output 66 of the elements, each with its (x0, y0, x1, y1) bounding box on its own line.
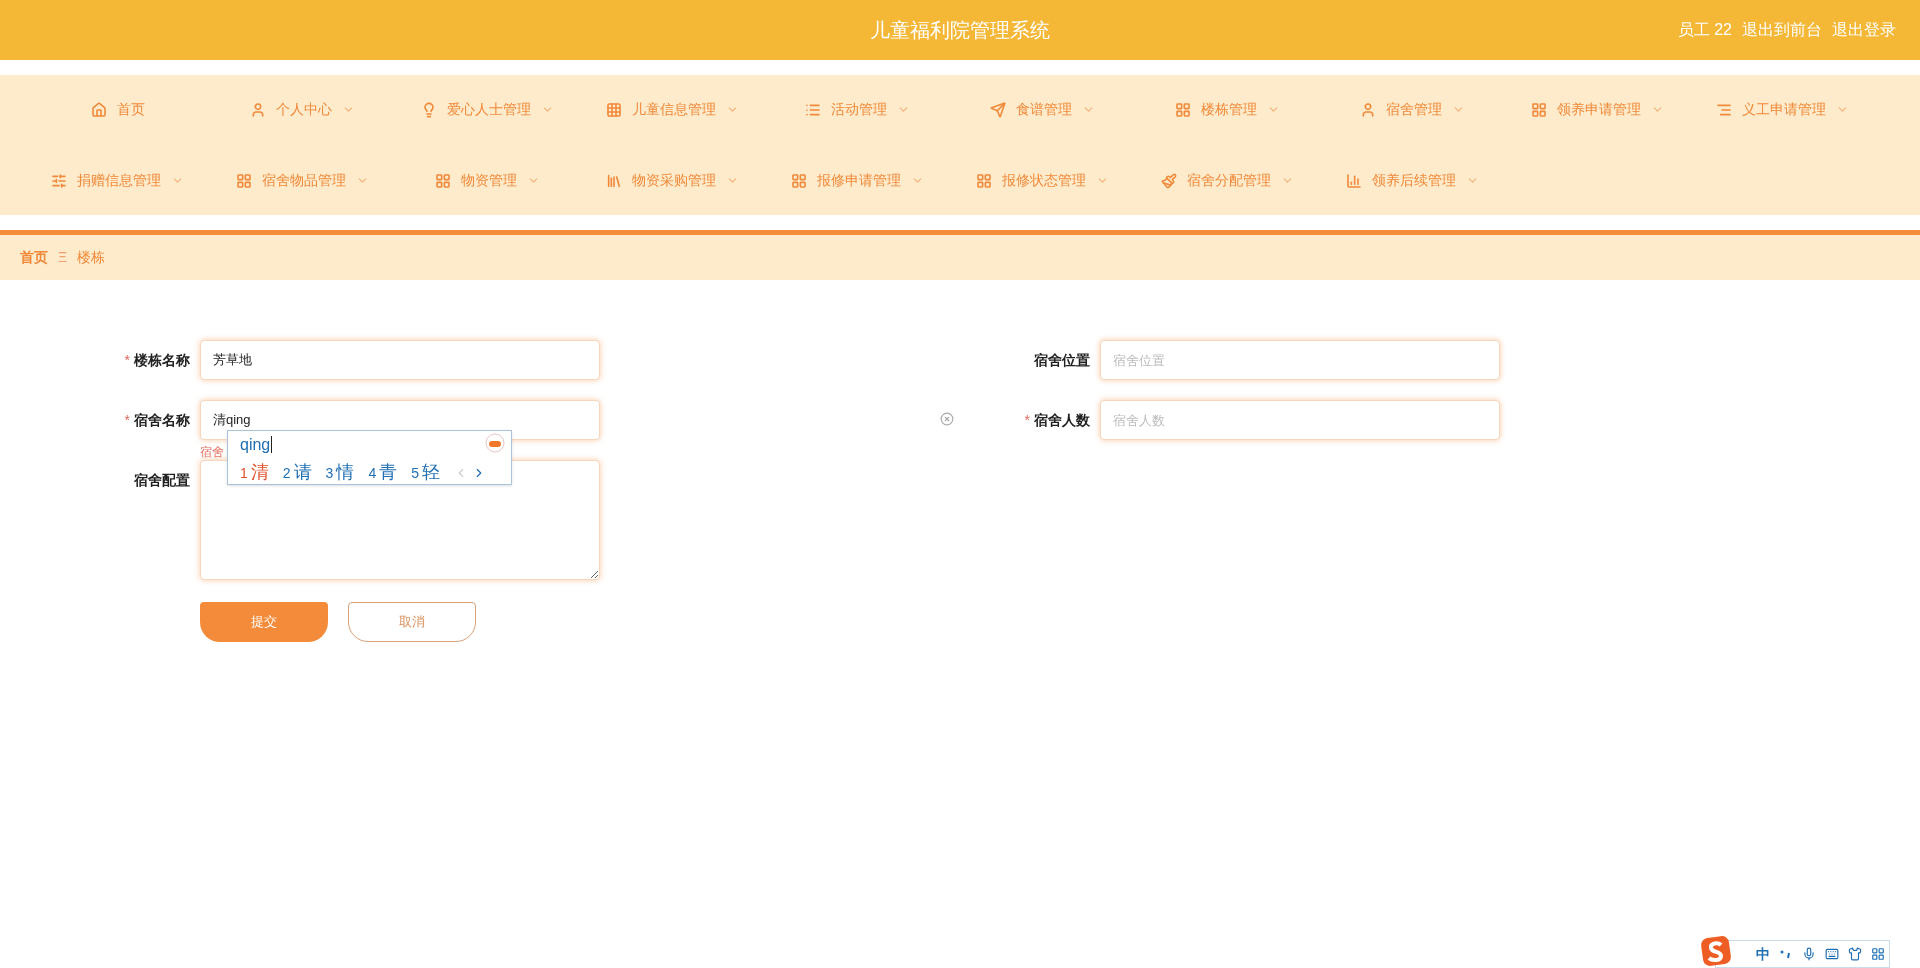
field-label: 宿舍位置 (1034, 350, 1090, 370)
microphone-icon[interactable] (1802, 947, 1816, 961)
breadcrumb-link[interactable]: 楼栋 (77, 247, 106, 268)
breadcrumb-separator: Ξ (58, 248, 68, 267)
nav-item[interactable]: 领养后续管理 (1346, 170, 1479, 191)
input-field[interactable]: 宿舍人数 (1100, 400, 1500, 440)
nav-item[interactable]: 捐赠信息管理 (51, 170, 184, 191)
required-mark: * (124, 410, 130, 430)
nav-item[interactable]: 宿舍物品管理 (236, 170, 369, 191)
app-title: 儿童福利院管理系统 (870, 18, 1050, 43)
grid-icon (435, 172, 451, 189)
grid-icon (1175, 101, 1191, 118)
field-label: 宿舍配置 (134, 470, 190, 490)
input-field[interactable]: 宿舍位置 (1100, 340, 1500, 380)
ime-candidate[interactable]: 3 情 (325, 459, 355, 486)
grid-icon (791, 172, 807, 189)
keyboard-icon[interactable] (1825, 947, 1839, 961)
ime-candidate[interactable]: 5 轻 (411, 459, 440, 486)
grid-icon (1531, 101, 1547, 118)
nav-item[interactable]: 活动管理 (805, 99, 910, 120)
grid-icon (236, 172, 252, 189)
nav-item[interactable]: 义工申请管理 (1716, 99, 1849, 120)
bar-chart-icon (1346, 172, 1362, 189)
nav-item[interactable]: 爱心人士管理 (421, 99, 554, 120)
grid-icon (976, 172, 992, 189)
grid-icon[interactable] (1871, 947, 1885, 961)
required-mark: * (124, 350, 130, 370)
ime-candidate[interactable]: 2 请 (282, 459, 312, 486)
field-label: 宿舍名称 (134, 410, 190, 430)
nav-item[interactable]: 楼栋管理 (1175, 99, 1280, 120)
field-label: 楼栋名称 (134, 350, 190, 370)
nav-item[interactable]: 物资管理 (435, 170, 540, 191)
user-icon (1360, 101, 1376, 118)
nav-item[interactable]: 宿舍管理 (1360, 99, 1465, 120)
sliders-icon (51, 172, 67, 189)
nav-item[interactable]: 宿舍分配管理 (1161, 170, 1294, 191)
nav-item[interactable]: 儿童信息管理 (606, 99, 739, 120)
ime-candidate[interactable]: 1 清 (240, 459, 269, 486)
nav-item[interactable]: 首页 (90, 99, 145, 120)
books-icon (606, 172, 622, 189)
breadcrumb-link[interactable]: 首页 (20, 247, 48, 268)
cancel-button[interactable]: 取消 (348, 602, 476, 642)
grid-icon (606, 101, 622, 118)
nav-item[interactable]: 个人中心 (250, 99, 355, 120)
lightbulb-icon (421, 101, 437, 118)
user-name: 员工 22 (1677, 20, 1732, 40)
header-link[interactable]: 退出到前台 (1742, 18, 1822, 42)
paintbrush-icon (1161, 172, 1177, 189)
required-mark: * (1024, 410, 1030, 430)
error-message: 宿舍 (200, 444, 224, 461)
nav-item[interactable]: 物资采购管理 (606, 170, 739, 191)
shirt-icon[interactable] (1848, 947, 1862, 961)
user-icon (250, 101, 266, 118)
submit-button[interactable]: 提交 (200, 602, 328, 642)
nav-item[interactable]: 领养申请管理 (1531, 99, 1664, 120)
ime-candidate[interactable]: 4 青 (368, 459, 398, 486)
nav-item[interactable]: 报修申请管理 (791, 170, 924, 191)
field-label: 宿舍人数 (1034, 410, 1090, 430)
paper-plane-icon (990, 101, 1006, 118)
input-field[interactable]: 芳草地 (200, 340, 600, 380)
ime-composition: qing (240, 436, 273, 453)
nav-item[interactable]: 报修状态管理 (976, 170, 1109, 191)
home-icon (90, 101, 107, 118)
nav-item[interactable]: 食谱管理 (990, 99, 1095, 120)
ime-mode[interactable]: 中 (1756, 943, 1770, 965)
header-link[interactable]: 退出登录 (1832, 18, 1896, 42)
